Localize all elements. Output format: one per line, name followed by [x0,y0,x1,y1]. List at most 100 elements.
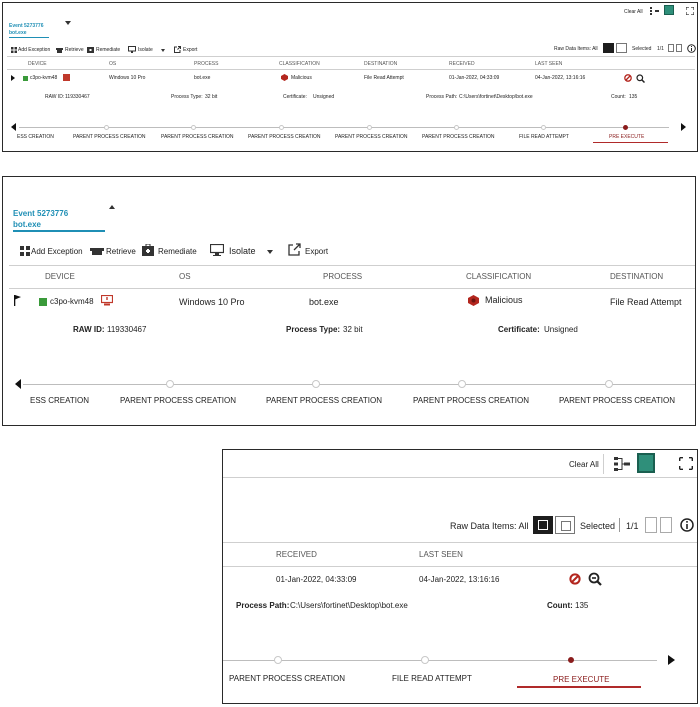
timeline-node[interactable] [166,380,174,388]
timeline-label-pre-execute[interactable]: PRE EXECUTE [553,675,609,684]
col-last-seen[interactable]: LAST SEEN [419,550,463,559]
raw-toggle-grid[interactable] [603,43,614,53]
timeline-node[interactable] [274,656,282,664]
col-classification[interactable]: CLASSIFICATION [279,61,320,67]
timeline-label-parent-process[interactable]: PARENT PROCESS CREATION [266,396,382,405]
col-destination[interactable]: DESTINATION [610,272,663,281]
timeline-node-active[interactable] [568,657,574,663]
timeline-node-active[interactable] [623,125,628,130]
timeline-node[interactable] [367,125,372,130]
isolate-button[interactable]: Isolate [229,246,256,256]
timeline-node[interactable] [541,125,546,130]
block-icon[interactable] [624,74,632,82]
timeline-label-parent-process[interactable]: PARENT PROCESS CREATION [73,134,146,140]
timeline-label-parent-process[interactable]: PARENT PROCESS CREATION [120,396,236,405]
remediate-button[interactable]: Remediate [158,247,197,256]
export-button[interactable]: Export [183,47,197,53]
timeline-node[interactable] [104,125,109,130]
col-classification[interactable]: CLASSIFICATION [466,272,531,281]
page-indicator: 1/1 [626,521,639,531]
raw-toggle-check[interactable] [555,516,575,534]
clear-all-link[interactable]: Clear All [569,460,599,469]
row-process[interactable]: bot.exe [309,297,339,307]
col-last-seen[interactable]: LAST SEEN [535,61,562,67]
timeline-label-pre-execute[interactable]: PRE EXECUTE [609,134,644,140]
timeline-label-parent-process[interactable]: PARENT PROCESS CREATION [413,396,529,405]
page-prev-button[interactable] [645,517,657,533]
col-received[interactable]: RECEIVED [449,61,475,67]
expand-icon[interactable] [686,7,694,15]
retrieve-button[interactable]: Retrieve [106,247,136,256]
col-destination[interactable]: DESTINATION [364,61,397,67]
retrieve-button[interactable]: Retrieve [65,47,84,53]
timeline-label-parent-process[interactable]: PARENT PROCESS CREATION [335,134,408,140]
isolate-button[interactable]: Isolate [138,47,153,53]
timeline-prev-arrow[interactable] [11,123,16,131]
timeline-label-parent-process[interactable]: PARENT PROCESS CREATION [559,396,675,405]
timeline-label-file-read[interactable]: FILE READ ATTEMPT [519,134,569,140]
col-device[interactable]: DEVICE [45,272,75,281]
col-os[interactable]: OS [179,272,191,281]
page-prev-button[interactable] [668,44,674,52]
timeline-label-parent-process[interactable]: PARENT PROCESS CREATION [248,134,321,140]
timeline-label-parent-process[interactable]: PARENT PROCESS CREATION [229,674,345,683]
event-title[interactable]: Event 5273776 [9,23,43,29]
row-device[interactable]: c3po-kvm48 [30,75,57,81]
timeline-prev-arrow[interactable] [15,379,21,389]
search-zoom-icon[interactable] [636,74,645,83]
event-panel-zoom-right: Clear All Raw Data Items: All Selected 1… [222,449,698,704]
raw-toggle-check[interactable] [616,43,627,53]
timeline-next-arrow[interactable] [681,123,686,131]
timeline-next-arrow[interactable] [668,655,675,665]
timeline-label-ess-creation[interactable]: ESS CREATION [30,396,89,405]
row-received: 01-Jan-2022, 04:33:09 [276,575,357,584]
clear-all-link[interactable]: Clear All [624,9,643,15]
timeline-node[interactable] [605,380,613,388]
add-exception-button[interactable]: Add Exception [18,47,50,53]
raw-data-items-label: Raw Data Items: All [450,521,529,531]
timeline-node[interactable] [279,125,284,130]
row-top-divider [7,69,695,70]
timeline-node[interactable] [312,380,320,388]
header-divider [7,56,695,57]
event-title[interactable]: Event 5273776 [13,209,68,218]
isolate-caret[interactable] [161,49,165,52]
tree-icon[interactable] [649,6,661,16]
page-next-button[interactable] [676,44,682,52]
timeline-label-ess-creation[interactable]: ESS CREATION [17,134,54,140]
remediate-button[interactable]: Remediate [96,47,120,53]
timeline-node[interactable] [191,125,196,130]
info-icon[interactable] [680,518,694,532]
timeline-label-parent-process[interactable]: PARENT PROCESS CREATION [422,134,495,140]
col-process[interactable]: PROCESS [194,61,218,67]
info-icon[interactable] [687,44,696,53]
timeline-node[interactable] [421,656,429,664]
timeline-label-parent-process[interactable]: PARENT PROCESS CREATION [161,134,234,140]
row-process[interactable]: bot.exe [194,75,210,81]
list-view-icon[interactable] [637,453,655,473]
block-icon[interactable] [569,573,581,585]
expand-row-icon[interactable] [11,75,15,81]
timeline-node[interactable] [458,380,466,388]
expand-icon[interactable] [679,457,693,470]
isolate-caret[interactable] [267,250,273,254]
row-device[interactable]: c3po-kvm48 [50,297,94,306]
col-device[interactable]: DEVICE [28,61,47,67]
event-caret[interactable] [65,21,71,25]
row-top-divider [223,566,697,567]
add-exception-button[interactable]: Add Exception [31,247,83,256]
page-next-button[interactable] [660,517,672,533]
col-os[interactable]: OS [109,61,116,67]
event-caret[interactable] [109,205,115,209]
tree-icon[interactable] [613,456,631,472]
search-zoom-icon[interactable] [588,572,602,586]
raw-toggle-grid[interactable] [533,516,553,534]
toolbox-icon [142,244,154,256]
col-process[interactable]: PROCESS [323,272,362,281]
timeline-node[interactable] [454,125,459,130]
list-view-icon[interactable] [664,5,674,15]
flag-icon[interactable] [14,295,21,306]
timeline-label-file-read[interactable]: FILE READ ATTEMPT [392,674,472,683]
export-button[interactable]: Export [305,247,328,256]
col-received[interactable]: RECEIVED [276,550,317,559]
